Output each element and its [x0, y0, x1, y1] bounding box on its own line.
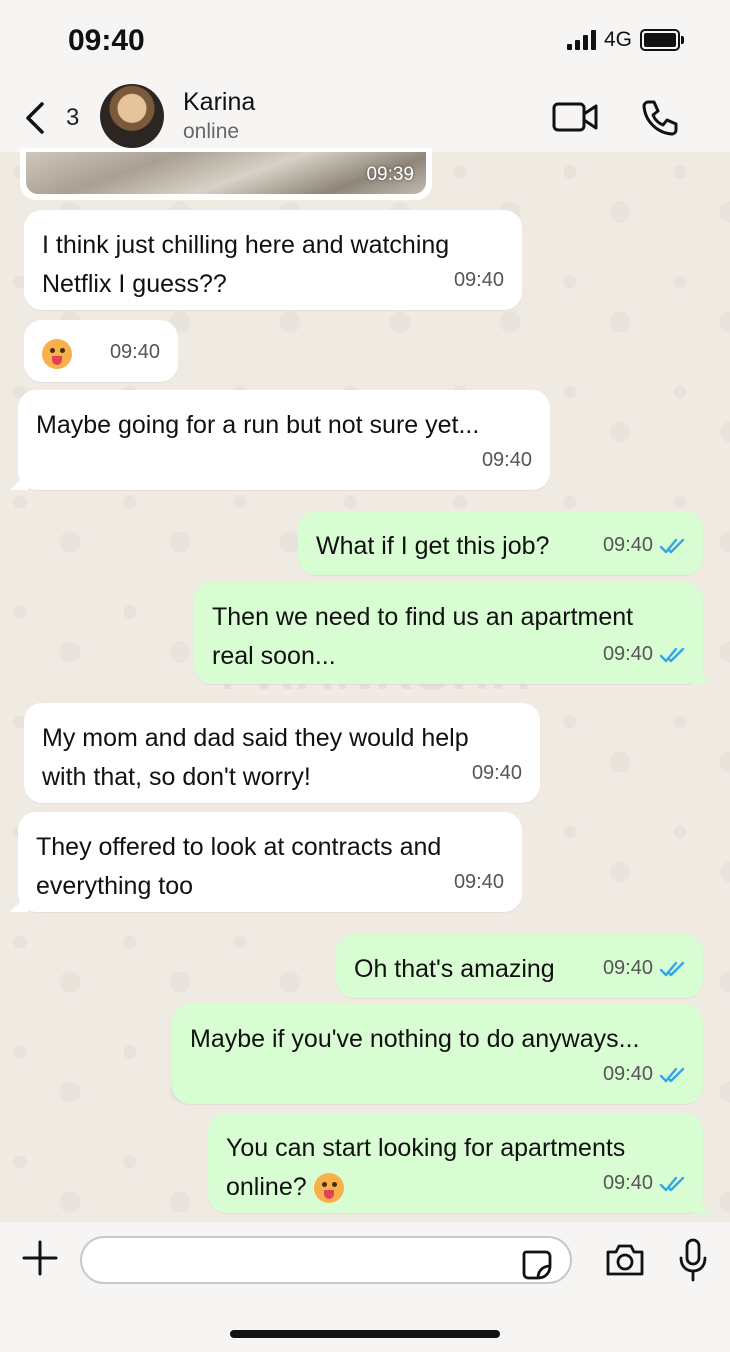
- message-text: They offered to look at contracts and ev…: [36, 833, 442, 900]
- message-meta: 09:40: [603, 1164, 687, 1203]
- incoming-message[interactable]: My mom and dad said they would help with…: [24, 703, 540, 803]
- message-text: Maybe going for a run but not sure yet..…: [36, 411, 480, 439]
- read-ticks-icon: [659, 1176, 685, 1191]
- message-meta: 09:40: [110, 333, 160, 372]
- network-type: 4G: [603, 28, 632, 51]
- image-message[interactable]: 09:39: [20, 148, 432, 200]
- message-meta: 09:40: [603, 949, 687, 988]
- message-meta: 09:40: [603, 1055, 687, 1094]
- tongue-face-emoji-icon: [42, 339, 72, 370]
- contact-name[interactable]: Karina: [183, 88, 255, 117]
- incoming-message[interactable]: Maybe going for a run but not sure yet..…: [10, 390, 550, 490]
- incoming-message[interactable]: I think just chilling here and watching …: [24, 210, 522, 310]
- camera-icon[interactable]: [604, 1242, 646, 1278]
- phone-call-icon[interactable]: [640, 98, 680, 138]
- outgoing-message[interactable]: What if I get this job? 09:40: [298, 511, 703, 575]
- message-text: Maybe if you've nothing to do anyways...: [190, 1025, 640, 1053]
- message-input[interactable]: [80, 1236, 572, 1284]
- message-time: 09:40: [602, 1063, 653, 1085]
- message-time: 09:40: [453, 871, 504, 893]
- status-bar: 09:40 4G: [0, 0, 730, 82]
- message-time: 09:40: [602, 1172, 653, 1194]
- unread-count[interactable]: 3: [66, 104, 79, 132]
- message-time: 09:40: [602, 643, 653, 665]
- read-ticks-icon: [659, 538, 685, 553]
- sticker-icon[interactable]: [520, 1248, 552, 1280]
- outgoing-message[interactable]: Then we need to find us an apartment rea…: [194, 582, 711, 684]
- microphone-icon[interactable]: [678, 1238, 708, 1282]
- message-time: 09:40: [453, 269, 504, 291]
- home-indicator: [230, 1330, 500, 1338]
- message-meta: 09:40: [603, 635, 687, 674]
- message-meta: 09:40: [454, 261, 504, 300]
- incoming-message[interactable]: They offered to look at contracts and ev…: [10, 812, 522, 912]
- message-time: 09:40: [471, 762, 522, 784]
- message-time: 09:39: [366, 164, 414, 185]
- message-time: 09:40: [481, 449, 532, 471]
- chat-header: 3 Karina online: [0, 82, 730, 152]
- winking-tongue-face-emoji-icon: [313, 1173, 344, 1204]
- message-time: 09:40: [602, 957, 653, 979]
- outgoing-message[interactable]: Maybe if you've nothing to do anyways...…: [172, 1004, 703, 1104]
- message-text: My mom and dad said they would help with…: [42, 724, 469, 791]
- message-meta: 09:40: [482, 441, 532, 480]
- plus-icon[interactable]: [22, 1240, 58, 1276]
- message-time: 09:40: [109, 341, 160, 363]
- status-time: 09:40: [68, 24, 145, 57]
- message-text: I think just chilling here and watching …: [42, 231, 450, 298]
- message-meta: 09:40: [603, 526, 687, 565]
- read-ticks-icon: [659, 961, 685, 976]
- input-bar: [0, 1222, 730, 1352]
- read-ticks-icon: [659, 647, 685, 662]
- signal-icon: [566, 30, 596, 50]
- message-text: You can start looking for apartments onl…: [226, 1134, 626, 1201]
- back-chevron-icon[interactable]: [22, 100, 50, 136]
- read-ticks-icon: [659, 1067, 685, 1082]
- outgoing-message[interactable]: You can start looking for apartments onl…: [208, 1113, 711, 1213]
- message-meta: 09:40: [472, 754, 522, 793]
- outgoing-message[interactable]: Oh that's amazing 09:40: [336, 934, 703, 998]
- video-call-icon[interactable]: [552, 100, 600, 134]
- contact-status: online: [183, 120, 240, 143]
- message-time: 09:40: [602, 534, 653, 556]
- status-indicators: 4G: [566, 28, 684, 52]
- message-meta: 09:40: [454, 863, 504, 902]
- battery-icon: [640, 29, 684, 51]
- incoming-message[interactable]: 09:40: [24, 320, 178, 382]
- avatar[interactable]: [100, 84, 164, 148]
